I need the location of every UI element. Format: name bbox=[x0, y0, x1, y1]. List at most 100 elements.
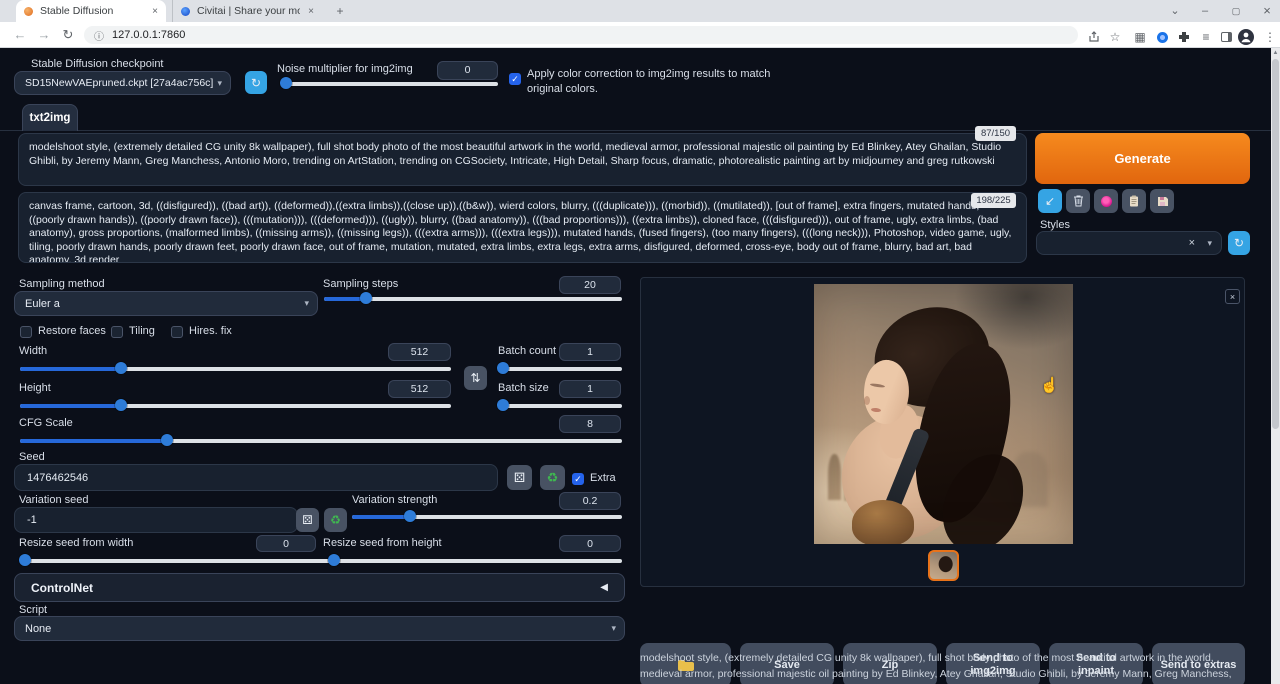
reading-list-icon[interactable]: ≡ bbox=[1197, 28, 1215, 46]
output-gallery-panel: × ☝ bbox=[640, 277, 1245, 587]
extra-seed-checkbox[interactable]: ✓ bbox=[572, 473, 584, 485]
variation-strength-input[interactable]: 0.2 bbox=[559, 492, 621, 510]
tab-close-icon[interactable]: × bbox=[152, 6, 158, 17]
forward-icon[interactable]: → bbox=[34, 25, 54, 45]
tab-close-icon[interactable]: × bbox=[308, 6, 314, 17]
slider-knob[interactable] bbox=[497, 362, 509, 374]
paste-params-button[interactable]: ↙ bbox=[1038, 189, 1062, 213]
color-correction-checkbox[interactable]: ✓ bbox=[509, 73, 521, 85]
tab-txt2img[interactable]: txt2img bbox=[22, 104, 78, 131]
mouse-cursor-pointer: ☝ bbox=[1040, 376, 1059, 394]
script-label: Script bbox=[19, 604, 47, 616]
apps-grid-icon[interactable]: ▦ bbox=[1131, 28, 1149, 46]
resize-seed-width-input[interactable]: 0 bbox=[256, 535, 316, 552]
window-maximize-button[interactable]: ▢ bbox=[1221, 0, 1251, 22]
swap-width-height-button[interactable]: ⇅ bbox=[464, 366, 487, 390]
gallery-thumbnail-selected[interactable] bbox=[928, 550, 959, 581]
prompt-textarea[interactable]: modelshoot style, (extremely detailed CG… bbox=[18, 133, 1027, 186]
random-seed-dice-button[interactable]: ⚄ bbox=[507, 465, 532, 490]
variation-seed-input[interactable]: -1 bbox=[14, 507, 298, 533]
checkpoint-label: Stable Diffusion checkpoint bbox=[31, 58, 164, 70]
batch-size-slider[interactable] bbox=[498, 399, 622, 411]
slider-knob[interactable] bbox=[115, 399, 127, 411]
cfg-scale-slider[interactable] bbox=[20, 434, 622, 446]
apply-style-clipboard-button[interactable] bbox=[1122, 189, 1146, 213]
negative-token-counter: 198/225 bbox=[971, 193, 1016, 208]
scrollbar-up-arrow[interactable]: ▲ bbox=[1271, 48, 1280, 58]
height-input[interactable]: 512 bbox=[388, 380, 451, 398]
restore-faces-checkbox[interactable] bbox=[20, 326, 32, 338]
slider-knob[interactable] bbox=[404, 510, 416, 522]
reuse-seed-recycle-button[interactable]: ♻ bbox=[540, 465, 565, 490]
slider-knob[interactable] bbox=[19, 554, 31, 566]
resize-seed-height-input[interactable]: 0 bbox=[559, 535, 621, 552]
extra-label: Extra bbox=[590, 472, 616, 484]
hires-fix-checkbox[interactable] bbox=[171, 326, 183, 338]
clear-styles-icon[interactable]: × bbox=[1189, 237, 1195, 249]
generated-image[interactable] bbox=[814, 284, 1073, 544]
scrollbar-thumb[interactable] bbox=[1272, 59, 1279, 429]
styles-refresh-button[interactable]: ↻ bbox=[1228, 231, 1250, 255]
browser-tab-inactive[interactable]: Civitai | Share your models × bbox=[172, 0, 322, 22]
height-slider[interactable] bbox=[20, 399, 451, 411]
extensions-puzzle-icon[interactable] bbox=[1175, 28, 1193, 46]
slider-knob[interactable] bbox=[328, 554, 340, 566]
bookmark-star-icon[interactable]: ☆ bbox=[1106, 28, 1124, 46]
close-gallery-button[interactable]: × bbox=[1225, 289, 1240, 304]
noise-multiplier-slider[interactable] bbox=[282, 77, 498, 89]
batch-size-input[interactable]: 1 bbox=[559, 380, 621, 398]
batch-count-input[interactable]: 1 bbox=[559, 343, 621, 361]
share-icon[interactable] bbox=[1085, 28, 1103, 46]
back-icon[interactable]: ← bbox=[10, 25, 30, 45]
resize-seed-height-slider[interactable] bbox=[330, 554, 622, 566]
civitai-favicon bbox=[181, 7, 190, 16]
width-slider[interactable] bbox=[20, 362, 451, 374]
controlnet-accordion[interactable]: ControlNet ◀ bbox=[14, 573, 625, 602]
seed-input[interactable]: 1476462546 bbox=[14, 464, 498, 491]
window-close-button[interactable]: × bbox=[1252, 0, 1280, 22]
status-dot-icon[interactable] bbox=[1153, 28, 1171, 46]
chevron-down-icon[interactable]: ▾ bbox=[1207, 238, 1212, 249]
webui-app: ▲ Stable Diffusion checkpoint SD15NewVAE… bbox=[0, 48, 1280, 684]
reload-icon[interactable]: ↻ bbox=[58, 25, 78, 45]
sampling-method-dropdown[interactable]: Euler a ▾ bbox=[14, 291, 318, 316]
slider-knob[interactable] bbox=[115, 362, 127, 374]
variation-seed-recycle-button[interactable]: ♻ bbox=[324, 508, 347, 532]
site-info-icon[interactable]: ⓘ bbox=[94, 28, 104, 43]
style-flower-button[interactable] bbox=[1094, 189, 1118, 213]
slider-knob[interactable] bbox=[497, 399, 509, 411]
checkpoint-dropdown[interactable]: SD15NewVAEpruned.ckpt [27a4ac756c] ▾ bbox=[14, 71, 231, 95]
clear-prompt-trash-button[interactable] bbox=[1066, 189, 1090, 213]
styles-dropdown[interactable]: × ▾ bbox=[1036, 231, 1222, 255]
side-panel-icon[interactable] bbox=[1217, 28, 1235, 46]
generate-button[interactable]: Generate bbox=[1035, 133, 1250, 184]
window-minimize-button[interactable]: – bbox=[1190, 0, 1220, 22]
profile-avatar[interactable] bbox=[1237, 28, 1255, 46]
kebab-menu-icon[interactable]: ⋮ bbox=[1261, 28, 1279, 46]
tiling-checkbox[interactable] bbox=[111, 326, 123, 338]
batch-count-slider[interactable] bbox=[498, 362, 622, 374]
address-bar[interactable]: ⓘ 127.0.0.1:7860 bbox=[84, 26, 1078, 44]
controlnet-label: ControlNet bbox=[31, 581, 93, 595]
width-label: Width bbox=[19, 345, 47, 357]
width-input[interactable]: 512 bbox=[388, 343, 451, 361]
new-tab-button[interactable]: + bbox=[332, 3, 348, 19]
save-style-floppy-button[interactable] bbox=[1150, 189, 1174, 213]
chevron-down-icon: ▾ bbox=[611, 623, 616, 634]
checkpoint-refresh-button[interactable]: ↻ bbox=[245, 71, 267, 94]
sampling-method-value: Euler a bbox=[25, 298, 60, 310]
variation-seed-dice-button[interactable]: ⚄ bbox=[296, 508, 319, 532]
cfg-scale-input[interactable]: 8 bbox=[559, 415, 621, 433]
slider-knob[interactable] bbox=[280, 77, 292, 89]
slider-knob[interactable] bbox=[161, 434, 173, 446]
image-vignette bbox=[814, 284, 1073, 544]
script-dropdown[interactable]: None ▾ bbox=[14, 616, 625, 641]
resize-seed-width-slider[interactable] bbox=[20, 554, 330, 566]
sampling-steps-slider[interactable] bbox=[324, 292, 622, 304]
slider-knob[interactable] bbox=[360, 292, 372, 304]
negative-prompt-textarea[interactable]: canvas frame, cartoon, 3d, ((disfigured)… bbox=[18, 192, 1027, 263]
page-scrollbar[interactable]: ▲ bbox=[1271, 48, 1280, 684]
variation-strength-slider[interactable] bbox=[352, 510, 622, 522]
browser-tab-active[interactable]: Stable Diffusion × bbox=[16, 0, 166, 22]
tab-search-chevron-icon[interactable]: ⌄ bbox=[1160, 0, 1190, 22]
